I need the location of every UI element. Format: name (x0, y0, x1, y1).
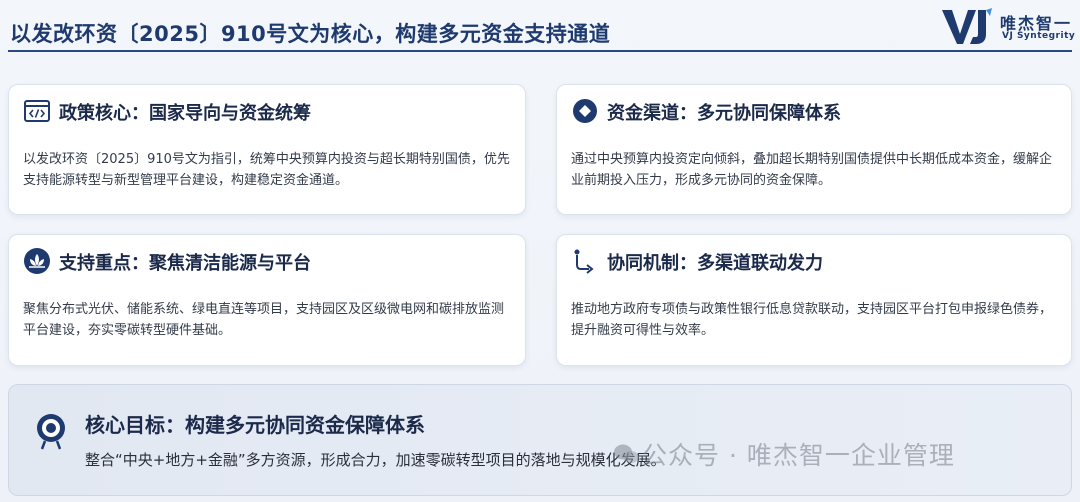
vj-logo-icon (942, 8, 992, 44)
page-title: 以发改环资〔2025〕910号文为核心，构建多元资金支持通道 (10, 22, 611, 46)
card-title: 支持重点：聚焦清洁能源与平台 (59, 253, 311, 274)
diamond-circle-icon (573, 99, 597, 123)
watermark-text: 公众号 · 唯杰智一企业管理 (642, 441, 955, 470)
card-title: 协同机制：多渠道联动发力 (607, 253, 823, 274)
support-focus-card: 支持重点：聚焦清洁能源与平台 聚焦分布式光伏、储能系统、绿电直连等项目，支持园区… (8, 234, 526, 366)
card-body: 以发改环资〔2025〕910号文为指引，统筹中央预算内投资与超长期特别国债，优先… (23, 152, 510, 188)
route-icon (574, 249, 594, 274)
header: 以发改环资〔2025〕910号文为核心，构建多元资金支持通道 唯杰智一 VJ S… (0, 0, 1080, 56)
funding-channel-card: 资金渠道：多元协同保障体系 通过中央预算内投资定向倾斜，叠加超长期特别国债提供中… (556, 84, 1072, 215)
header-divider (8, 50, 1072, 52)
code-window-icon (24, 100, 50, 122)
policy-core-card: 政策核心：国家导向与资金统筹 以发改环资〔2025〕910号文为指引，统筹中央预… (8, 84, 526, 215)
card-body: 聚焦分布式光伏、储能系统、绿电直连等项目，支持园区及区级微电网和碳排放监测平台建… (23, 302, 505, 338)
goal-title: 核心目标：构建多元协同资金保障体系 (85, 413, 425, 437)
wechat-icon (614, 444, 639, 463)
card-body: 推动地方政府专项债与政策性银行低息贷款联动，支持园区平台打包申报绿色债券，提升融… (571, 302, 1053, 338)
card-title: 资金渠道：多元协同保障体系 (607, 103, 841, 124)
target-icon (37, 414, 65, 450)
lotus-icon (24, 248, 50, 274)
logo-en-text: VJ Syntegrity (1002, 31, 1076, 41)
goal-body: 整合“中央+地方+金融”多方资源，形成合力，加速零碳转型项目的落地与规模化发展。 (85, 451, 666, 469)
coordination-mechanism-card: 协同机制：多渠道联动发力 推动地方政府专项债与政策性银行低息贷款联动，支持园区平… (556, 234, 1072, 366)
brand-logo: 唯杰智一 VJ Syntegrity (940, 6, 1076, 46)
card-body: 通过中央预算内投资定向倾斜，叠加超长期特别国债提供中长期低成本资金，缓解企业前期… (571, 152, 1053, 188)
card-title: 政策核心：国家导向与资金统筹 (59, 103, 311, 124)
